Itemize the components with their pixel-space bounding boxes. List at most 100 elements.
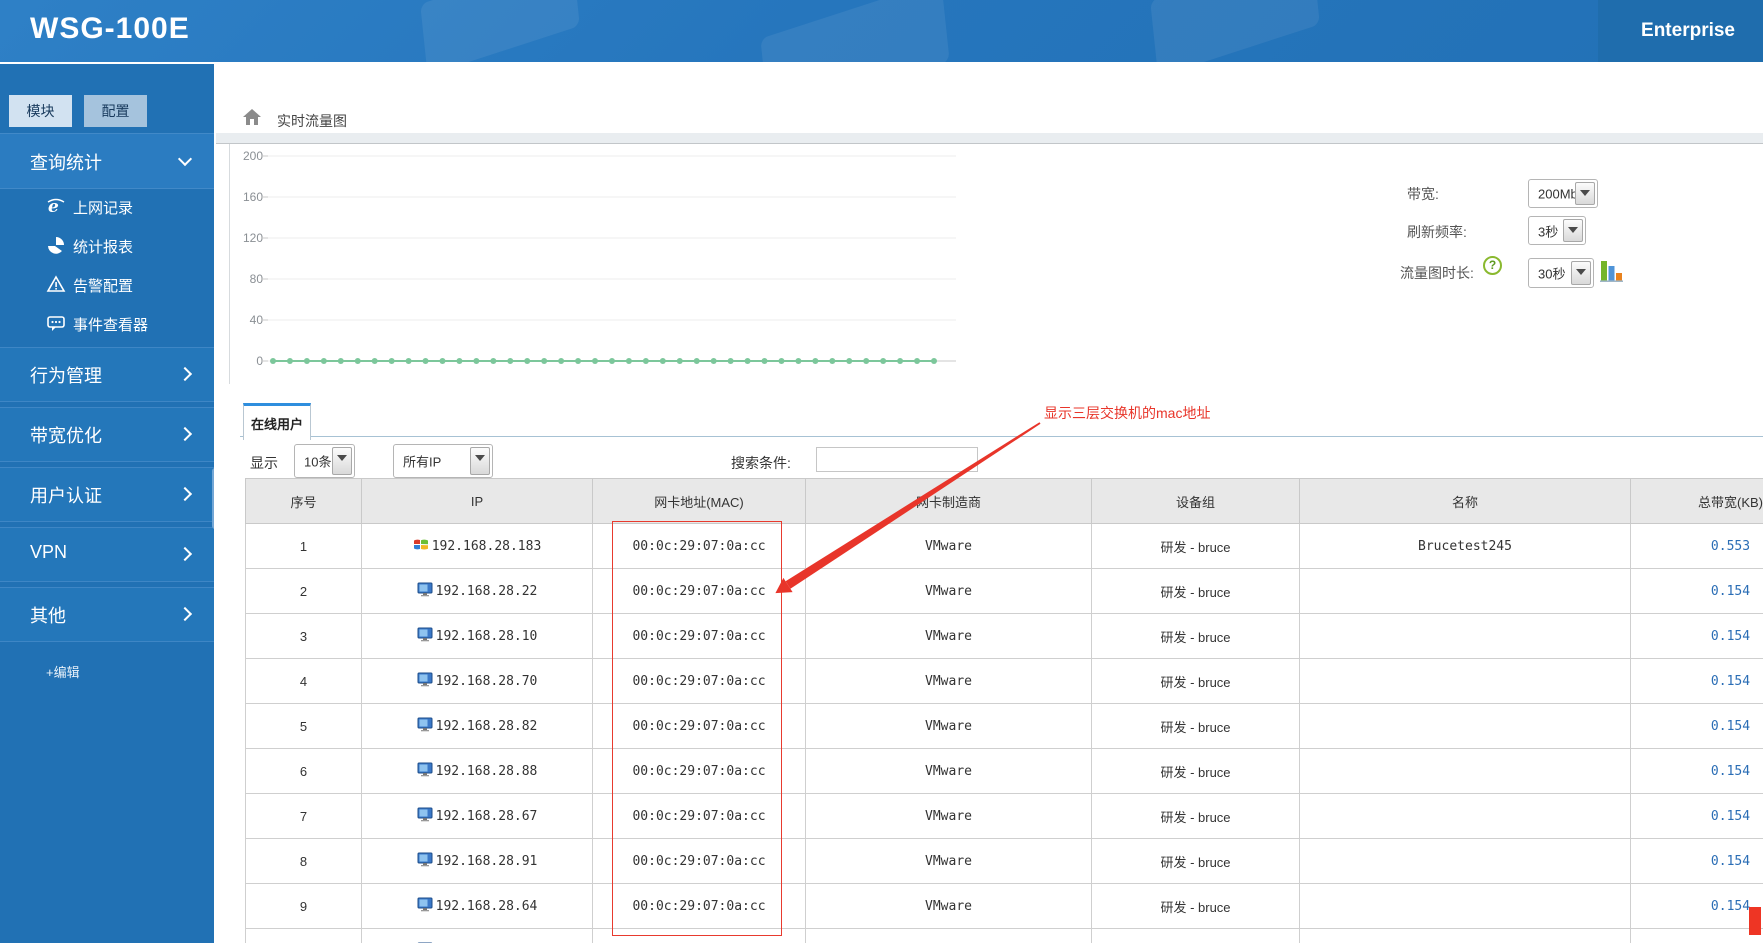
table-row: 4 192.168.28.70 00:0c:29:07:0a:cc VMware 研发 …: [245, 658, 1763, 704]
cell-ip: 192.168.28.82: [361, 703, 593, 749]
cell-device-group: 研发 - bruce: [1091, 928, 1300, 943]
cell-vendor: VMware: [805, 793, 1092, 839]
dropdown-arrow-icon: [1571, 261, 1591, 285]
sidebar-group-0[interactable]: 行为管理: [0, 347, 214, 402]
tab-online-users[interactable]: 在线用户: [243, 403, 311, 440]
ip-filter-value: 所有IP: [403, 454, 442, 470]
sidebar-group-3[interactable]: VPN: [0, 527, 214, 582]
cell-index: 1: [245, 523, 362, 569]
cell-device-group: 研发 - bruce: [1091, 793, 1300, 839]
cell-name: [1299, 838, 1631, 884]
event-viewer-icon: [46, 313, 66, 333]
cell-vendor: VMware: [805, 838, 1092, 884]
cell-ip: 192.168.28.22: [361, 568, 593, 614]
sidebar-item-label: 统计报表: [73, 239, 134, 256]
cell-mac: 00:0c:29:07:0a:cc: [592, 838, 806, 884]
computer-icon: [417, 762, 433, 780]
chevron-right-icon: [177, 546, 193, 562]
cell-mac: 00:0c:29:07:0a:cc: [592, 613, 806, 659]
cell-mac: 00:0c:29:07:0a:cc: [592, 523, 806, 569]
cell-index: 10: [245, 928, 362, 943]
home-icon[interactable]: [242, 107, 262, 127]
computer-icon: [417, 897, 433, 915]
bandwidth-link[interactable]: 0.154: [1711, 764, 1750, 779]
cell-ip-text: 192.168.28.91: [435, 853, 538, 869]
cell-bandwidth: 0.154: [1630, 838, 1763, 884]
cell-bandwidth: 0.553: [1630, 523, 1763, 569]
cell-index: 7: [245, 793, 362, 839]
computer-icon: [417, 807, 433, 825]
cell-ip: 192.168.28.10: [361, 613, 593, 659]
column-header: 设备组: [1091, 478, 1300, 524]
table-row: 2 192.168.28.22 00:0c:29:07:0a:cc VMware 研发 …: [245, 568, 1763, 614]
sidebar-group-4[interactable]: 其他: [0, 587, 214, 642]
sidebar-item-alert-config[interactable]: 告警配置: [0, 265, 214, 304]
bandwidth-link[interactable]: 0.154: [1711, 899, 1750, 914]
cell-ip: 192.168.28.61: [361, 928, 593, 943]
cell-mac: 00:0c:29:07:0a:cc: [592, 883, 806, 929]
search-input[interactable]: [816, 447, 978, 472]
bandwidth-link[interactable]: 0.154: [1711, 854, 1750, 869]
cell-mac: 00:0c:29:07:0a:cc: [592, 568, 806, 614]
bandwidth-link[interactable]: 0.154: [1711, 809, 1750, 824]
table-header-row: 序号 IP 网卡地址(MAC) 网卡制造商 设备组 名称 总带宽(KB): [245, 478, 1763, 524]
dropdown-arrow-icon: [1575, 182, 1595, 205]
chart-duration-value: 30秒: [1538, 266, 1566, 282]
sidebar-item-internet-records[interactable]: e 上网记录: [0, 187, 214, 226]
bandwidth-select[interactable]: 200Mb: [1528, 179, 1598, 208]
cell-device-group: 研发 - bruce: [1091, 523, 1300, 569]
cell-bandwidth: 0.154: [1630, 568, 1763, 614]
online-users-table: 序号 IP 网卡地址(MAC) 网卡制造商 设备组 名称 总带宽(KB) 1 192.168.…: [245, 478, 1763, 943]
cell-ip: 192.168.28.91: [361, 838, 593, 884]
cell-bandwidth: 0.154: [1630, 658, 1763, 704]
sidebar-group-label: 带宽优化: [30, 426, 102, 446]
bandwidth-link[interactable]: 0.553: [1711, 539, 1750, 554]
ie-browser-icon: e: [46, 196, 66, 217]
sidebar-item-statistics-report[interactable]: 统计报表: [0, 226, 214, 265]
chart-duration-select[interactable]: 30秒: [1528, 258, 1594, 288]
search-label: 搜索条件:: [731, 455, 791, 471]
cell-name: [1299, 928, 1631, 943]
bandwidth-label: 带宽:: [1407, 186, 1439, 202]
bar-chart-icon[interactable]: [1600, 257, 1624, 285]
bandwidth-link[interactable]: 0.154: [1711, 674, 1750, 689]
cell-device-group: 研发 - bruce: [1091, 838, 1300, 884]
cell-mac: 00:0c:29:07:0a:cc: [592, 793, 806, 839]
sidebar-group-query-stats[interactable]: 查询统计: [0, 133, 214, 189]
page-size-select[interactable]: 10条: [294, 444, 355, 478]
sidebar-edit-button[interactable]: +编辑: [46, 662, 80, 681]
help-icon[interactable]: ?: [1483, 256, 1502, 275]
table-row: 8 192.168.28.91 00:0c:29:07:0a:cc VMware 研发 …: [245, 838, 1763, 884]
cell-name: [1299, 748, 1631, 794]
cell-ip-text: 192.168.28.67: [435, 808, 538, 824]
cell-bandwidth: 0.154: [1630, 793, 1763, 839]
sidebar-group-1[interactable]: 带宽优化: [0, 407, 214, 462]
cell-name: [1299, 658, 1631, 704]
header-texture: [420, 0, 580, 62]
wsg-app-window: WSG-100E Enterprise 模块 配置 查询统计 e 上网记录 统计…: [0, 0, 1763, 943]
bandwidth-link[interactable]: 0.154: [1711, 629, 1750, 644]
cell-ip-text: 192.168.28.10: [435, 628, 538, 644]
sidebar-tab-modules[interactable]: 模块: [9, 95, 72, 127]
main-content: 实时流量图 200 160 120 80 40 0 带宽: 200Mb 刷新频率: 3秒 …: [214, 62, 1763, 943]
refresh-rate-select[interactable]: 3秒: [1528, 216, 1586, 245]
cell-bandwidth: 0.154: [1630, 748, 1763, 794]
sidebar-group-2[interactable]: 用户认证: [0, 467, 214, 522]
column-header: IP: [361, 478, 593, 524]
cell-vendor: VMware: [805, 568, 1092, 614]
bandwidth-link[interactable]: 0.154: [1711, 719, 1750, 734]
column-header: 网卡地址(MAC): [592, 478, 806, 524]
sidebar-tab-config[interactable]: 配置: [84, 95, 147, 127]
cell-index: 3: [245, 613, 362, 659]
cell-name: Brucetest245: [1299, 523, 1631, 569]
sidebar-item-event-viewer[interactable]: 事件查看器: [0, 304, 214, 343]
cell-index: 6: [245, 748, 362, 794]
sidebar-item-label: 上网记录: [73, 200, 134, 217]
chevron-right-icon: [177, 426, 193, 442]
ip-filter-select[interactable]: 所有IP: [393, 444, 493, 478]
bandwidth-link[interactable]: 0.154: [1711, 584, 1750, 599]
cell-mac: 00:0c:29:07:0a:cc: [592, 703, 806, 749]
sidebar-group-label: 行为管理: [30, 366, 102, 386]
table-row: 9 192.168.28.64 00:0c:29:07:0a:cc VMware 研发 …: [245, 883, 1763, 929]
annotation-text: 显示三层交换机的mac地址: [1044, 405, 1211, 421]
